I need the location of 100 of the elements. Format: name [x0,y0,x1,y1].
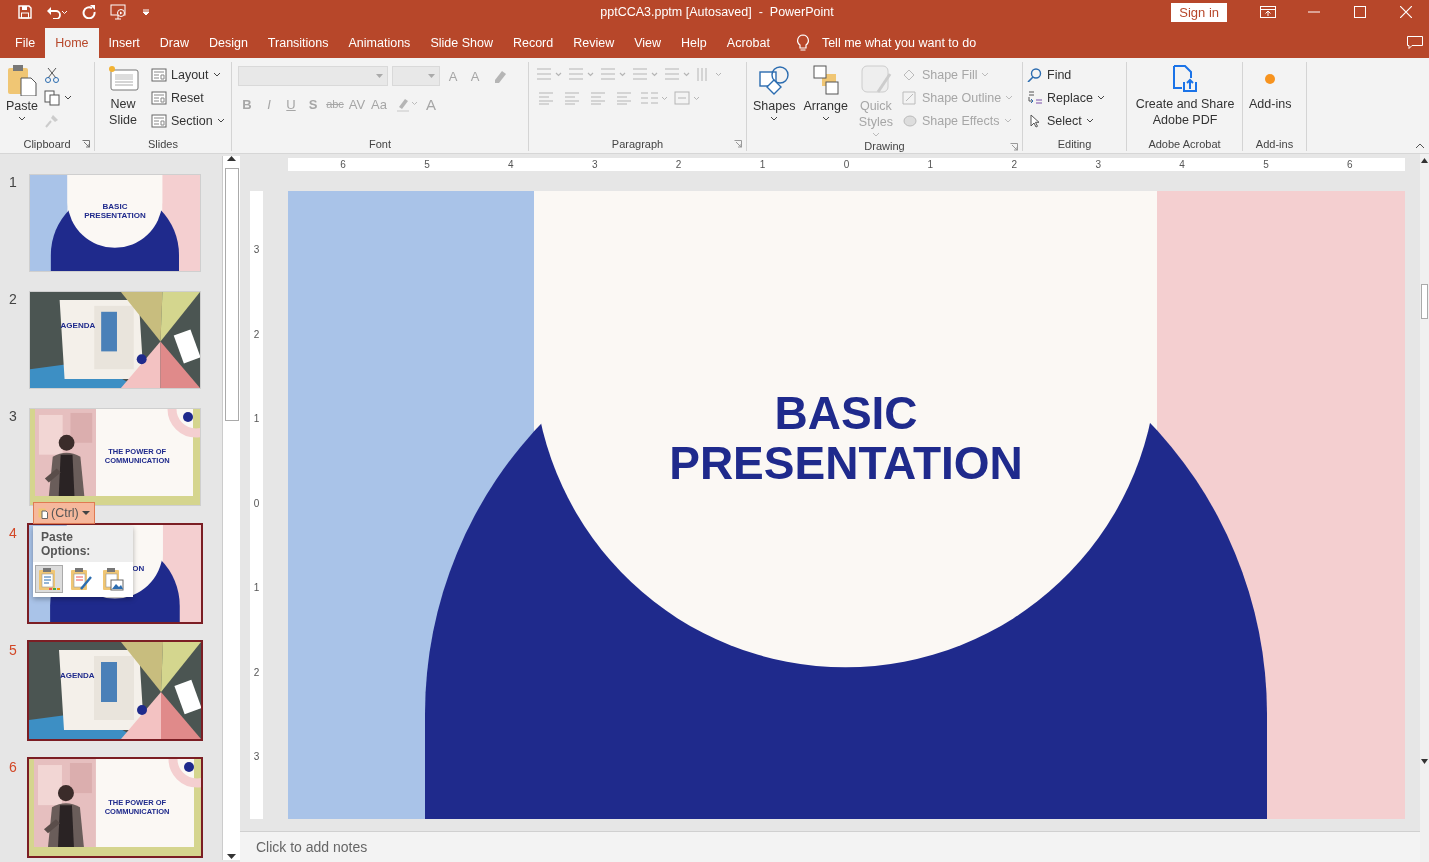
ribbon-tab[interactable]: View [624,28,672,58]
ribbon-tab[interactable]: Animations [338,28,421,58]
ruler-number: 1 [926,159,935,170]
slide-layout-button[interactable]: Section [151,110,225,131]
slide-number: 4 [8,525,18,541]
paste-option[interactable] [35,565,63,593]
ribbon-tab[interactable]: Design [198,28,258,58]
ruler-number: 2 [1010,159,1019,170]
ruler-number: 6 [339,159,347,170]
ruler-number: 4 [507,159,515,170]
notes-field[interactable]: Click to add notes [240,831,1420,862]
ruler-number: 3 [252,752,261,762]
add-in-icon [1265,74,1276,84]
find-button[interactable]: Find [1027,64,1105,85]
paste-brush-icon [70,567,92,591]
caret-icon [1003,117,1012,124]
group-label: Paragraph [611,138,664,150]
caret-icon [142,8,150,16]
shapes-button[interactable]: Shapes [751,62,798,124]
sign-in-button[interactable]: Sign in [1171,2,1227,22]
add-ins-button[interactable]: Add-ins [1247,62,1294,114]
slide-layout-button[interactable]: Layout [151,64,225,85]
group-label: Clipboard [23,138,71,150]
paste-keep-icon [38,567,60,591]
ruler-number: 1 [758,159,767,170]
slide-thumbnail[interactable]: AGENDA [29,291,201,389]
presentation-icon [110,4,128,20]
ruler-number: 2 [252,329,261,340]
scroll-down-icon[interactable] [1421,759,1428,765]
ribbon-tab[interactable]: Acrobat [716,28,780,58]
ribbon-tab[interactable]: File [5,28,46,58]
ribbon-tab[interactable]: Help [671,28,717,58]
tell-me-button[interactable]: Tell me what you want to do [779,28,977,58]
group-label: Adobe Acrobat [1148,138,1221,150]
reset-icon [151,90,167,105]
section-icon [151,113,167,128]
ribbon-tab[interactable]: Insert [98,28,150,58]
scroll-up-icon[interactable] [227,156,236,162]
paste-options-button[interactable]: (Ctrl) [33,502,95,524]
ruler-number: 1 [252,583,261,593]
window-title: pptCCA3.pptm [Autosaved] - PowerPoint [600,5,834,19]
replace-button[interactable]: Replace [1027,87,1105,108]
ruler-number: 5 [1262,159,1270,170]
slide-title[interactable]: PRESENTATION [669,437,1023,489]
caret-icon [216,117,225,124]
ruler-number: 3 [1094,159,1102,170]
ruler-number: 2 [674,159,683,170]
ribbon-tab[interactable]: Transitions [257,28,339,58]
group-label: Add-ins [1255,138,1294,150]
close-icon [1400,6,1412,18]
ribbon-display-icon [1260,6,1276,18]
dialog-launcher-icon[interactable] [1010,143,1018,151]
undo-icon [46,5,68,19]
slide-title[interactable]: BASIC [774,387,918,439]
paintbrush-icon [43,112,60,129]
copy-button[interactable] [43,87,72,108]
scrollbar[interactable] [222,156,240,860]
redo-button[interactable] [80,3,98,21]
ribbon-tab[interactable]: Review [563,28,625,58]
clipboard-icon [7,64,37,96]
ribbon-tab[interactable]: Home [45,28,99,58]
quick-styles-icon [859,64,892,96]
group-label: Font [369,138,391,150]
ribbon-tab[interactable]: Draw [149,28,199,58]
scrollbar[interactable] [1420,154,1429,862]
group-label: Slides [148,138,178,150]
maximize-icon [1354,6,1366,18]
caret-icon [212,71,221,78]
layout-icon [151,67,167,82]
clipboard-icon [38,507,48,519]
slide-title: ON [132,563,145,573]
slide-thumbnail[interactable]: AGENDA [27,640,203,741]
caret-icon [821,116,830,122]
slide-number: 3 [8,408,18,424]
collapse-ribbon-icon[interactable] [1415,142,1425,149]
slide-layout-button[interactable]: Reset [151,87,225,108]
ruler-number: 6 [1346,159,1354,170]
new-slide-icon [107,64,139,94]
save-button[interactable] [16,3,34,21]
customize-button[interactable] [140,6,152,18]
select-button[interactable]: Select [1027,110,1105,131]
ribbon-tab[interactable]: Slide Show [420,28,503,58]
arrange-button[interactable]: Arrange [801,62,850,124]
dialog-launcher-icon[interactable] [82,140,90,148]
slide-thumbnail[interactable]: BASIC PRESENTATION [29,174,201,272]
new-slide-button[interactable]: New Slide [99,62,147,130]
paste-button[interactable]: Paste [4,62,40,124]
scroll-thumb[interactable] [224,168,239,421]
ruler-number: 2 [252,667,261,678]
search-icon [1027,67,1043,82]
create-pdf-button[interactable]: Create and Share Adobe PDF [1131,62,1239,130]
ruler-number: 3 [252,245,261,255]
scroll-thumb[interactable] [1421,284,1428,319]
caret-icon [1085,117,1094,124]
ribbon-tab[interactable]: Record [502,28,564,58]
speech-bubble-icon [1407,36,1423,50]
scroll-down-icon[interactable] [227,854,236,860]
caret-icon [81,510,90,516]
group-label: Editing [1057,138,1092,150]
scroll-up-icon[interactable] [1421,158,1428,164]
